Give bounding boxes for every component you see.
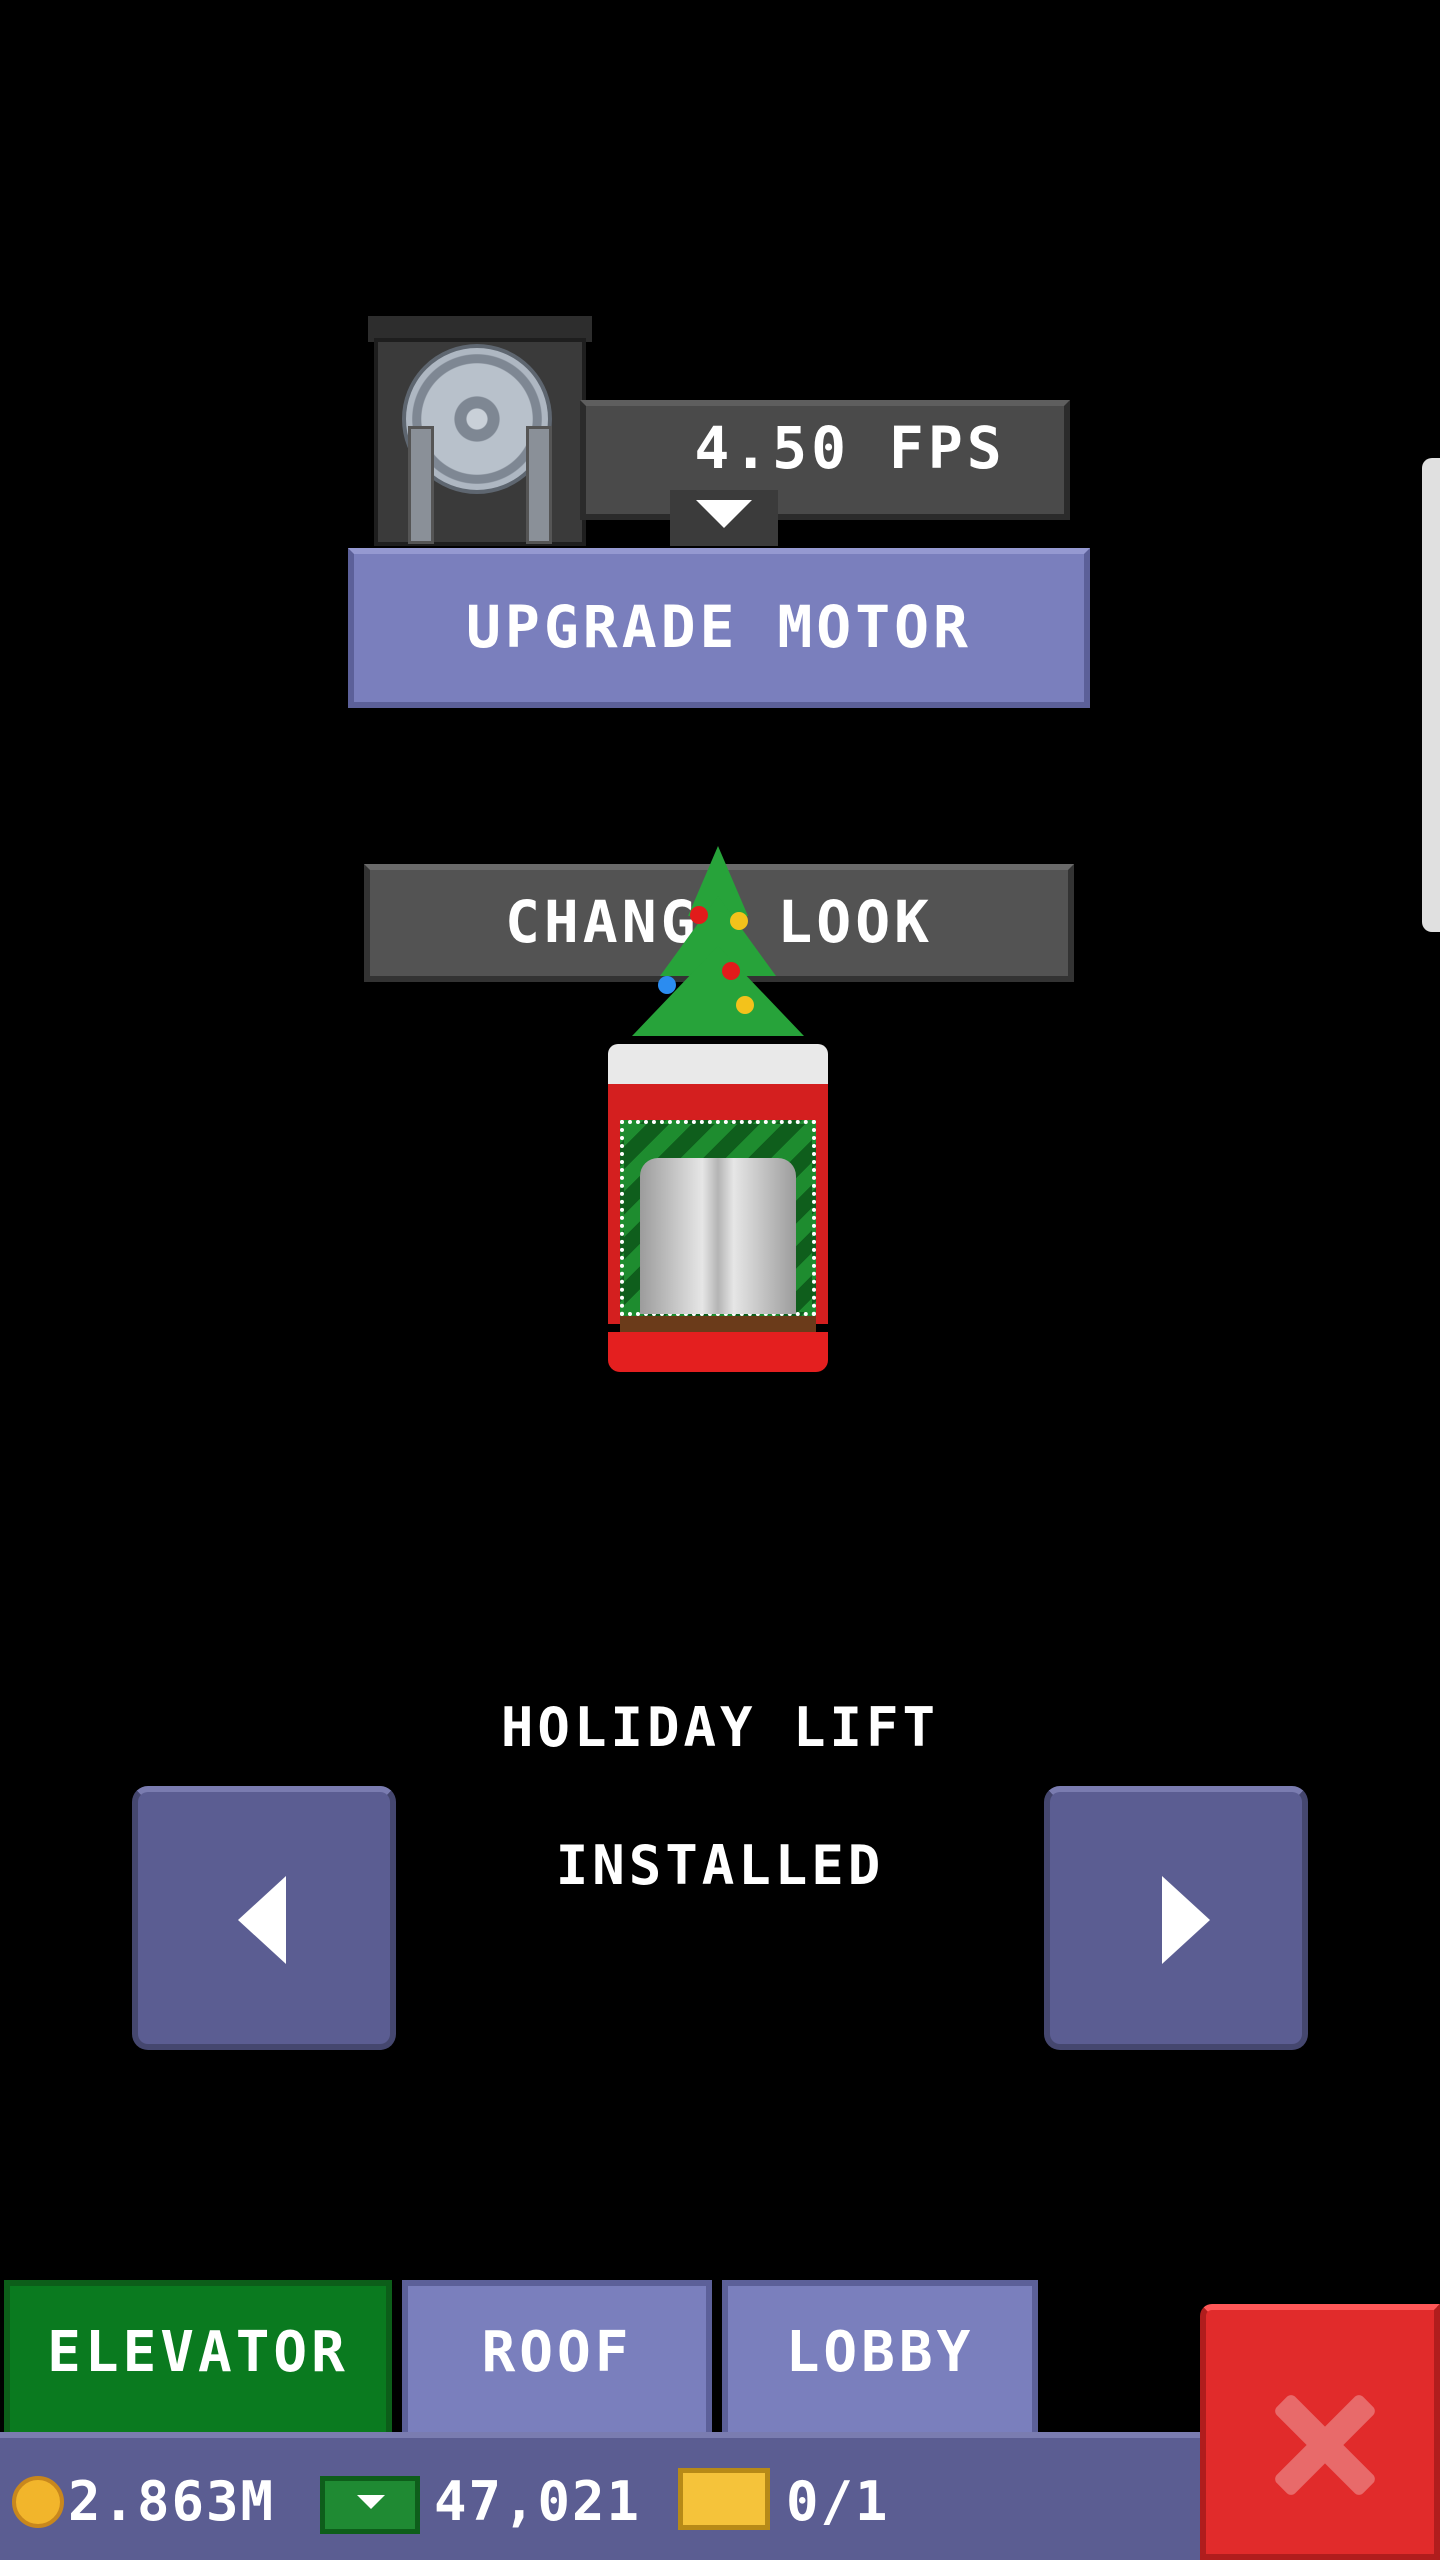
look-name: HOLIDAY LIFT	[500, 1696, 940, 1759]
tab-lobby[interactable]: LOBBY	[722, 2280, 1038, 2432]
tickets-value: 0/1	[786, 2470, 890, 2533]
bux-icon	[320, 2476, 420, 2534]
dropdown-arrow-icon	[696, 500, 752, 528]
motor-speed-label: 4.50 FPS	[694, 414, 1006, 482]
tab-roof[interactable]: ROOF	[402, 2280, 712, 2432]
side-drawer-handle[interactable]	[1422, 458, 1440, 932]
coins-value: 2.863M	[68, 2470, 276, 2533]
motor-icon	[368, 316, 592, 546]
tab-elevator[interactable]: ELEVATOR	[4, 2280, 392, 2432]
previous-look-button[interactable]	[132, 1786, 396, 2050]
right-arrow-icon	[1162, 1876, 1210, 1964]
elevator-preview-image	[598, 846, 838, 1496]
look-status: INSTALLED	[555, 1834, 885, 1897]
coin-icon	[12, 2476, 64, 2528]
close-button[interactable]	[1200, 2304, 1440, 2560]
next-look-button[interactable]	[1044, 1786, 1308, 2050]
ticket-icon	[678, 2468, 770, 2530]
bux-value: 47,021	[434, 2470, 642, 2533]
upgrade-motor-button[interactable]: UPGRADE MOTOR	[348, 548, 1090, 708]
close-icon	[1270, 2390, 1380, 2500]
left-arrow-icon	[238, 1876, 286, 1964]
